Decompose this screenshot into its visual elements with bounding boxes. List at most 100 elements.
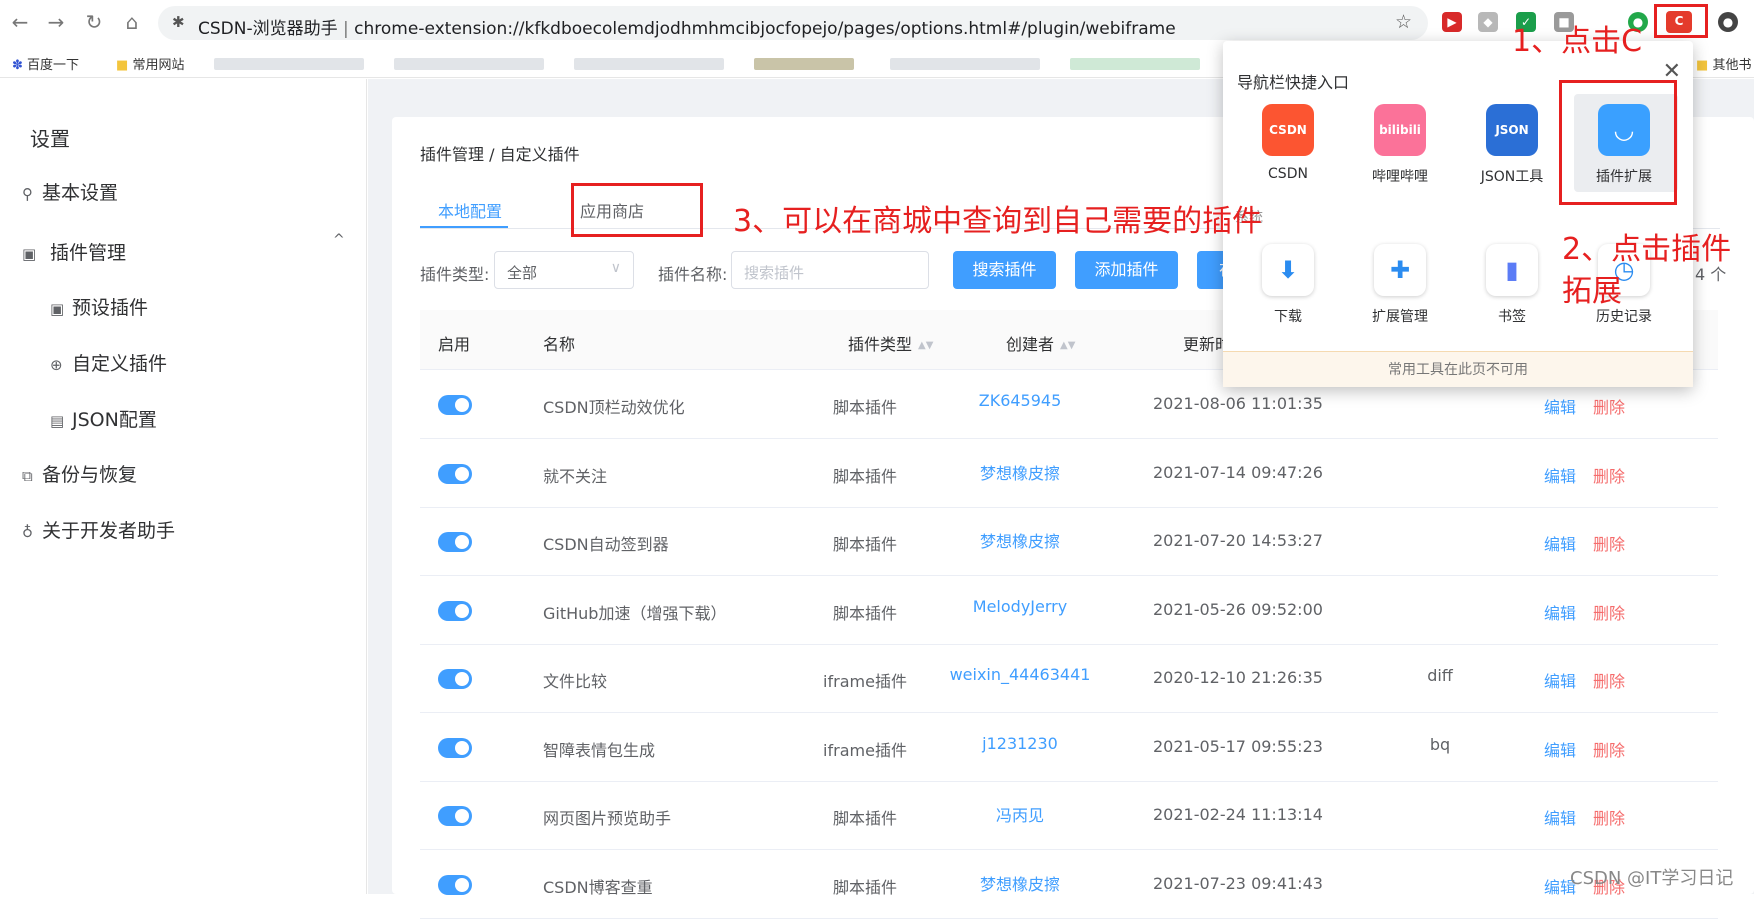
sidebar-item-custom[interactable]: ⊕ 自定义插件 xyxy=(50,349,167,376)
back-icon[interactable]: ← xyxy=(8,10,32,34)
delete-button[interactable]: 删除 xyxy=(1593,668,1625,692)
annotation-step2-cont: 拓展 xyxy=(1562,274,1622,309)
bookmark-other[interactable]: ■ 其他书 xyxy=(1696,54,1751,73)
edit-button[interactable]: 编辑 xyxy=(1544,463,1576,487)
creator-link[interactable]: 冯丙见 xyxy=(910,802,1130,826)
tab-local-config[interactable]: 本地配置 xyxy=(438,198,502,222)
delete-button[interactable]: 删除 xyxy=(1593,600,1625,624)
table-row: CSDN博客查重 脚本插件 梦想橡皮擦 2021-07-23 09:41:43 编辑 删除 xyxy=(420,851,1718,919)
blurred-bookmark xyxy=(890,58,1040,70)
address-url: chrome-extension://kfkdboecolemdjodhmhmc… xyxy=(354,19,1176,39)
app-logo-icon: JSON xyxy=(1486,104,1538,156)
creator-link[interactable]: 梦想橡皮擦 xyxy=(910,871,1130,895)
address-bar[interactable]: ✱ CSDN-浏览器助手 | chrome-extension://kfkdbo… xyxy=(158,6,1428,40)
edit-button[interactable]: 编辑 xyxy=(1544,531,1576,555)
updated-time: 2021-07-23 09:41:43 xyxy=(1153,873,1323,893)
popup-item-6[interactable]: ▮ 书签 xyxy=(1459,244,1565,326)
home-icon[interactable]: ⌂ xyxy=(120,10,144,34)
app-logo-icon: ✚ xyxy=(1374,244,1426,296)
sidebar-item-json[interactable]: ▤ JSON配置 xyxy=(50,405,157,432)
popup-item-2[interactable]: JSON JSON工具 xyxy=(1459,104,1565,186)
updated-time: 2021-07-20 14:53:27 xyxy=(1153,531,1323,550)
paw-icon: ✽ xyxy=(12,58,23,73)
extension-icon[interactable]: ▶ xyxy=(1442,12,1462,32)
table-row: 文件比较 iframe插件 weixin_44463441 2020-12-10 21… xyxy=(420,645,1718,713)
bookmark-folder[interactable]: ■ 常用网站 xyxy=(116,54,184,73)
delete-button[interactable]: 删除 xyxy=(1593,737,1625,761)
forward-icon[interactable]: → xyxy=(44,10,68,34)
sort-icon: ▲▼ xyxy=(918,340,934,351)
popup-item-5[interactable]: ✚ 扩展管理 xyxy=(1347,244,1453,326)
popup-item-4[interactable]: ⬇ 下载 xyxy=(1235,244,1341,326)
enable-toggle[interactable] xyxy=(438,737,472,758)
delete-button[interactable]: 删除 xyxy=(1593,394,1625,418)
sidebar-item-label: 预设插件 xyxy=(72,297,149,319)
sidebar-item-label: JSON配置 xyxy=(72,409,157,431)
popup-item-label: 哔哩哔哩 xyxy=(1372,169,1428,185)
shield-icon[interactable]: ◆ xyxy=(1478,12,1498,32)
star-icon[interactable]: ☆ xyxy=(1395,11,1412,33)
sidebar-item-preset[interactable]: ▣ 预设插件 xyxy=(50,293,148,320)
enable-toggle[interactable] xyxy=(438,600,472,621)
plugin-mark: bq xyxy=(1429,734,1451,754)
sidebar-item-basic[interactable]: ⚲ 基本设置 xyxy=(22,178,118,205)
sidebar-item-plugins[interactable]: ▣ 插件管理 xyxy=(22,238,126,265)
edit-button[interactable]: 编辑 xyxy=(1544,668,1576,692)
document-icon: ▤ xyxy=(50,412,65,430)
creator-link[interactable]: weixin_44463441 xyxy=(910,665,1130,684)
enable-toggle[interactable] xyxy=(438,669,472,689)
enable-toggle[interactable] xyxy=(438,532,472,552)
popup-item-label: 下载 xyxy=(1274,309,1302,325)
delete-button[interactable]: 删除 xyxy=(1593,463,1625,487)
edit-button[interactable]: 编辑 xyxy=(1544,805,1576,829)
delete-button[interactable]: 删除 xyxy=(1593,805,1625,829)
box-icon: ▣ xyxy=(22,245,37,263)
plugin-name: 智障表情包生成 xyxy=(543,740,656,760)
col-enabled: 启用 xyxy=(438,335,471,354)
folder-icon: ■ xyxy=(1696,58,1709,73)
profile-icon[interactable]: ● xyxy=(1718,12,1738,32)
sidebar-item-backup[interactable]: ⧉ 备份与恢复 xyxy=(22,460,137,487)
breadcrumb: 插件管理 / 自定义插件 xyxy=(420,145,580,164)
plugin-type-select[interactable]: 全部 ∨ xyxy=(494,251,634,289)
sidebar-item-about[interactable]: ♁ 关于开发者助手 xyxy=(22,516,175,543)
creator-link[interactable]: ZK645945 xyxy=(910,391,1130,410)
sort-icon: ▲▼ xyxy=(1060,340,1076,351)
table-row: 就不关注 脚本插件 梦想橡皮擦 2021-07-14 09:47:26 编辑 删除 xyxy=(420,440,1718,508)
creator-link[interactable]: 梦想橡皮擦 xyxy=(910,528,1130,552)
app-logo-icon: CSDN xyxy=(1262,104,1314,156)
enable-toggle[interactable] xyxy=(438,806,472,826)
edit-button[interactable]: 编辑 xyxy=(1544,737,1576,761)
col-type[interactable]: 插件类型 ▲▼ xyxy=(848,331,933,355)
updated-time: 2021-02-24 11:13:14 xyxy=(1153,805,1323,824)
creator-link[interactable]: j1231230 xyxy=(910,734,1130,753)
col-creator[interactable]: 创建者 ▲▼ xyxy=(1006,331,1075,355)
box-icon: ▣ xyxy=(50,300,65,318)
creator-link[interactable]: MelodyJerry xyxy=(910,597,1130,616)
creator-link[interactable]: 梦想橡皮擦 xyxy=(910,460,1130,484)
updated-time: 2021-05-26 09:52:00 xyxy=(1153,599,1323,619)
edit-button[interactable]: 编辑 xyxy=(1544,600,1576,624)
blurred-bookmark xyxy=(574,58,724,70)
enable-toggle[interactable] xyxy=(438,874,472,895)
enable-toggle[interactable] xyxy=(438,395,472,415)
edit-button[interactable]: 编辑 xyxy=(1544,394,1576,418)
app-logo-icon: ⬇ xyxy=(1262,244,1314,296)
bookmark-label: 常用网站 xyxy=(132,58,185,73)
popup-item-0[interactable]: CSDN CSDN xyxy=(1235,104,1341,182)
search-plugin-button[interactable]: 搜索插件 xyxy=(953,251,1056,289)
browser-toolbar: ← → ↻ ⌂ ✱ CSDN-浏览器助手 | chrome-extension:… xyxy=(0,0,1754,46)
sidebar-item-label: 基本设置 xyxy=(42,182,119,204)
bookmark-baidu[interactable]: ✽ 百度一下 xyxy=(12,54,79,73)
popup-item-1[interactable]: bilibili 哔哩哔哩 xyxy=(1347,104,1453,186)
enable-toggle[interactable] xyxy=(438,463,472,484)
add-plugin-button[interactable]: 添加插件 xyxy=(1075,251,1178,289)
table-row: 智障表情包生成 iframe插件 j1231230 2021-05-17 09:55:… xyxy=(420,714,1718,782)
reload-icon[interactable]: ↻ xyxy=(82,10,106,34)
plugin-search-input[interactable]: 搜索插件 xyxy=(731,251,929,289)
search-placeholder: 搜索插件 xyxy=(744,264,805,282)
watermark: CSDN @IT学习日记 xyxy=(1570,868,1734,889)
plugin-name: GitHub加速（增强下载） xyxy=(543,603,727,623)
chevron-up-icon[interactable]: ^ xyxy=(333,232,345,248)
delete-button[interactable]: 删除 xyxy=(1593,531,1625,555)
